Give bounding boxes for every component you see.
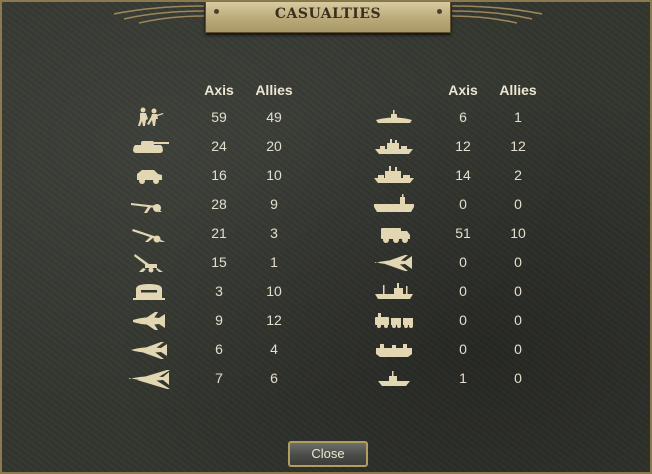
anti-air-gun-icon: [134, 254, 163, 273]
axis-casualty-count: 6: [215, 341, 223, 357]
axis-casualty-count: 1: [459, 370, 467, 386]
axis-casualty-count: 9: [215, 312, 223, 328]
tactical-bomber-icon: [131, 342, 167, 359]
casualties-dialog: CASUALTIES Axis Allies Axis Allies 59 49 2…: [0, 0, 652, 474]
allies-header-right: Allies: [499, 82, 537, 98]
axis-casualty-count: 15: [211, 254, 227, 270]
transport-ship-icon: [375, 283, 413, 299]
anti-tank-gun-icon: [132, 229, 165, 243]
transport-plane-icon: [375, 255, 412, 271]
rivet-icon: [437, 9, 442, 14]
bunker-icon: [133, 284, 165, 300]
allies-casualty-count: 10: [266, 167, 282, 183]
strategic-bomber-icon: [129, 370, 170, 389]
allies-casualty-count: 0: [514, 312, 522, 328]
allies-casualty-count: 10: [510, 225, 526, 241]
title-plate: CASUALTIES: [205, 2, 451, 33]
cruiser-icon: [374, 166, 414, 183]
allies-casualty-count: 10: [266, 283, 282, 299]
armored-train-icon: [375, 313, 413, 328]
axis-casualty-count: 28: [211, 196, 227, 212]
allies-casualty-count: 0: [514, 254, 522, 270]
allies-casualty-count: 0: [514, 283, 522, 299]
axis-casualty-count: 14: [455, 167, 471, 183]
allies-casualty-count: 0: [514, 370, 522, 386]
allies-casualty-count: 9: [270, 196, 278, 212]
close-button[interactable]: Close: [288, 441, 368, 467]
field-artillery-icon: [131, 203, 162, 213]
patrol-boat-icon: [378, 371, 410, 386]
allies-casualty-count: 4: [270, 341, 278, 357]
supply-truck-icon: [381, 228, 410, 243]
allies-casualty-count: 6: [270, 370, 278, 386]
axis-casualty-count: 0: [459, 196, 467, 212]
axis-casualty-count: 0: [459, 283, 467, 299]
axis-casualty-count: 0: [459, 312, 467, 328]
allies-casualty-count: 20: [266, 138, 282, 154]
allies-header-left: Allies: [255, 82, 293, 98]
aircraft-carrier-icon: [374, 194, 414, 212]
armored-car-icon: [137, 170, 162, 184]
dialog-title: CASUALTIES: [274, 6, 382, 22]
axis-header-right: Axis: [448, 82, 478, 98]
axis-casualty-count: 16: [211, 167, 227, 183]
axis-casualty-count: 12: [455, 138, 471, 154]
axis-casualty-count: 6: [459, 109, 467, 125]
axis-casualty-count: 51: [455, 225, 471, 241]
fighter-plane-icon: [133, 312, 165, 330]
axis-casualty-count: 24: [211, 138, 227, 154]
allies-casualty-count: 49: [266, 109, 282, 125]
axis-casualty-count: 21: [211, 225, 227, 241]
axis-casualty-count: 59: [211, 109, 227, 125]
landing-craft-icon: [376, 344, 412, 357]
axis-casualty-count: 3: [215, 283, 223, 299]
axis-casualty-count: 0: [459, 254, 467, 270]
axis-casualty-count: 7: [215, 370, 223, 386]
axis-header-left: Axis: [204, 82, 234, 98]
tank-icon: [133, 141, 169, 153]
allies-casualty-count: 1: [270, 254, 278, 270]
allies-casualty-count: 3: [270, 225, 278, 241]
allies-casualty-count: 12: [266, 312, 282, 328]
axis-casualty-count: 0: [459, 341, 467, 357]
allies-casualty-count: 12: [510, 138, 526, 154]
destroyer-icon: [375, 139, 413, 154]
allies-casualty-count: 0: [514, 341, 522, 357]
submarine-icon: [376, 110, 412, 123]
rivet-icon: [214, 9, 219, 14]
infantry-icon: [138, 107, 164, 126]
allies-casualty-count: 0: [514, 196, 522, 212]
allies-casualty-count: 2: [514, 167, 522, 183]
allies-casualty-count: 1: [514, 109, 522, 125]
